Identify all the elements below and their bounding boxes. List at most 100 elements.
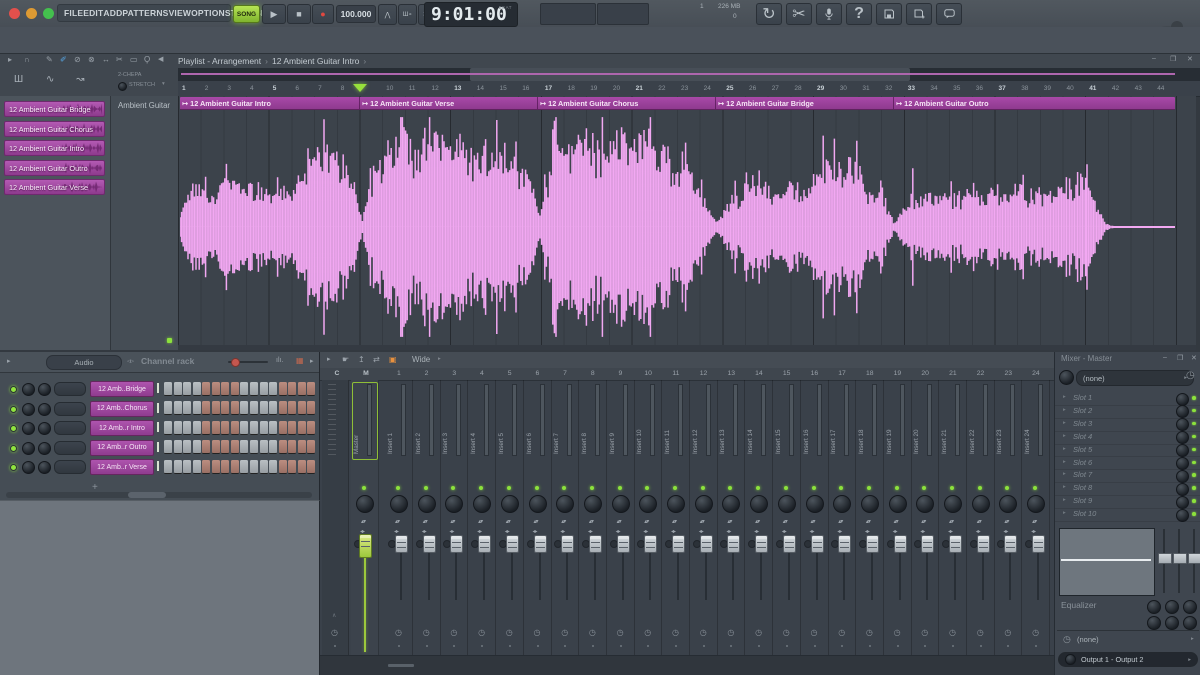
strip-clock-icon[interactable]: ◷	[478, 628, 485, 637]
track-led[interactable]	[534, 486, 539, 490]
mixer-col-master[interactable]: M	[352, 370, 380, 377]
eq-fader-handle[interactable]	[1158, 553, 1172, 564]
ruler-bar-40[interactable]: 40	[1067, 85, 1074, 92]
mixer-col-15[interactable]: 15	[773, 370, 801, 377]
mixer-track-name[interactable]: Insert 2	[415, 384, 422, 454]
track-updown-arrows[interactable]: ▴▾	[450, 518, 455, 525]
track-leftright-arrows[interactable]: ◂▸	[699, 528, 704, 535]
insert-fader-handle[interactable]	[921, 535, 935, 553]
mixer-track-name[interactable]: Insert 7	[553, 384, 560, 454]
panel-speaker-icon[interactable]	[1059, 370, 1074, 385]
mixer-track-name[interactable]: Insert 21	[941, 384, 948, 454]
clip-source-item[interactable]: 12 Ambient Guitar Verse	[4, 179, 105, 195]
mixer-insert-strip[interactable]: Insert 22▴▾◂▸◷∧	[967, 380, 995, 672]
slice-tool-icon[interactable]: ✂	[116, 55, 123, 64]
track-updown-arrows[interactable]: ▴▾	[478, 518, 483, 525]
ruler-bar-20[interactable]: 20	[613, 85, 620, 92]
track-led[interactable]	[783, 486, 788, 490]
step-cell[interactable]	[259, 420, 268, 435]
step-cell[interactable]	[164, 381, 172, 396]
effect-slot-row[interactable]: ▸ Slot 2	[1055, 405, 1200, 419]
strip-clock-icon[interactable]: ◷	[1004, 628, 1011, 637]
track-pan-knob[interactable]	[971, 495, 990, 513]
step-cell[interactable]	[183, 440, 192, 455]
step-cell[interactable]	[202, 381, 211, 396]
eq-knob[interactable]	[1165, 616, 1179, 630]
mixer-track-name[interactable]: Insert 4	[470, 384, 477, 454]
mixer-track-name[interactable]: Insert 12	[692, 384, 699, 454]
channel-led[interactable]	[10, 425, 17, 433]
ruler-bar-1[interactable]: 1	[182, 85, 186, 92]
audio-clip-waveform[interactable]	[180, 109, 1175, 345]
mixer-menu-arrow[interactable]: ▸	[327, 355, 331, 363]
menu-item-file[interactable]: FILE	[64, 8, 83, 18]
record-button[interactable]: ●	[312, 4, 334, 24]
step-cell[interactable]	[288, 420, 297, 435]
strip-clock-icon[interactable]: ◷	[949, 628, 956, 637]
ruler-bar-24[interactable]: 24	[704, 85, 711, 92]
mixer-col-11[interactable]: 11	[662, 370, 690, 377]
mixer-insert-strip[interactable]: Insert 15▴▾◂▸◷∧	[773, 380, 801, 672]
stop-button[interactable]: ■	[287, 4, 311, 24]
channel-group-selector[interactable]: Audio	[46, 355, 122, 370]
mixer-col-18[interactable]: 18	[856, 370, 884, 377]
mixer-col-13[interactable]: 13	[717, 370, 745, 377]
track-updown-arrows[interactable]: ▴▾	[561, 518, 566, 525]
step-cell[interactable]	[269, 401, 278, 416]
clip-section-label[interactable]: ↦ 12 Ambient Guitar Outro	[896, 99, 989, 108]
slot-enable-led[interactable]	[1192, 396, 1196, 400]
stretch-mode-label[interactable]: STRETCH	[129, 82, 155, 88]
track-pan-knob[interactable]	[417, 495, 436, 513]
ruler-bar-39[interactable]: 39	[1044, 85, 1051, 92]
ruler-bar-18[interactable]: 18	[568, 85, 575, 92]
track-led[interactable]	[673, 486, 677, 490]
track-pan-knob[interactable]	[1027, 495, 1046, 513]
insert-fader-handle[interactable]	[699, 535, 713, 553]
chat-icon[interactable]	[936, 3, 962, 25]
effect-slot-row[interactable]: ▸ Slot 7	[1055, 469, 1200, 484]
insert-fader-handle[interactable]	[949, 535, 962, 553]
track-pan-knob[interactable]	[833, 495, 852, 513]
mixer-insert-strip[interactable]: Insert 4▴▾◂▸◷∧	[468, 380, 497, 672]
ruler-bar-7[interactable]: 7	[318, 85, 322, 92]
ruler-bar-38[interactable]: 38	[1021, 85, 1028, 92]
slot-mix-knob[interactable]	[1176, 457, 1189, 470]
track-led[interactable]	[977, 486, 982, 490]
insert-fader-handle[interactable]	[1004, 535, 1018, 553]
effect-slot-row[interactable]: ▸ Slot 1	[1055, 392, 1200, 406]
slot-mix-knob[interactable]	[1176, 405, 1189, 419]
track-led[interactable]	[728, 486, 733, 490]
rack-hscrollbar-handle[interactable]	[128, 492, 166, 498]
mixer-width-selector[interactable]: Wide	[412, 355, 430, 364]
eq-fader-handle[interactable]	[1173, 553, 1187, 564]
slot-enable-led[interactable]	[1192, 408, 1196, 413]
minimize-traffic-light[interactable]	[26, 8, 37, 19]
playhead-marker[interactable]	[353, 84, 367, 92]
slot-label[interactable]: Slot 6	[1073, 458, 1092, 467]
mixer-track-name[interactable]: Insert 3	[442, 384, 449, 454]
track-led[interactable]	[922, 486, 927, 490]
clip-source-item[interactable]: 12 Ambient Guitar Outro	[4, 159, 105, 176]
slot-label[interactable]: Slot 1	[1073, 393, 1092, 402]
step-cell[interactable]	[192, 459, 201, 474]
mixer-insert-strip[interactable]: Insert 9▴▾◂▸◷∧	[607, 380, 635, 672]
slot-enable-led[interactable]	[1192, 460, 1196, 464]
track-leftright-arrows[interactable]: ◂▸	[865, 528, 870, 535]
channel-led[interactable]	[10, 386, 17, 393]
step-cell[interactable]	[230, 420, 239, 435]
slot-enable-led[interactable]	[1192, 512, 1196, 516]
mixer-maximize-icon[interactable]: ❐	[1177, 354, 1183, 362]
step-cell[interactable]	[288, 440, 297, 455]
track-led[interactable]	[396, 486, 400, 490]
track-pan-knob[interactable]	[777, 495, 796, 513]
ruler-bar-16[interactable]: 16	[522, 85, 529, 92]
ruler-bar-35[interactable]: 35	[953, 85, 960, 92]
eq-knob[interactable]	[1183, 616, 1197, 630]
mixer-insert-strip[interactable]: Insert 17▴▾◂▸◷∧	[828, 380, 857, 672]
eq-display[interactable]	[1059, 528, 1155, 596]
track-pan-knob[interactable]	[694, 495, 713, 513]
playlist-menu-arrow[interactable]: ▸	[8, 55, 12, 64]
clip-section-label[interactable]: ↦ 12 Ambient Guitar Verse	[362, 99, 454, 108]
track-updown-arrows[interactable]: ▴▾	[727, 518, 732, 525]
mixer-close-icon[interactable]: ✕	[1191, 354, 1197, 362]
